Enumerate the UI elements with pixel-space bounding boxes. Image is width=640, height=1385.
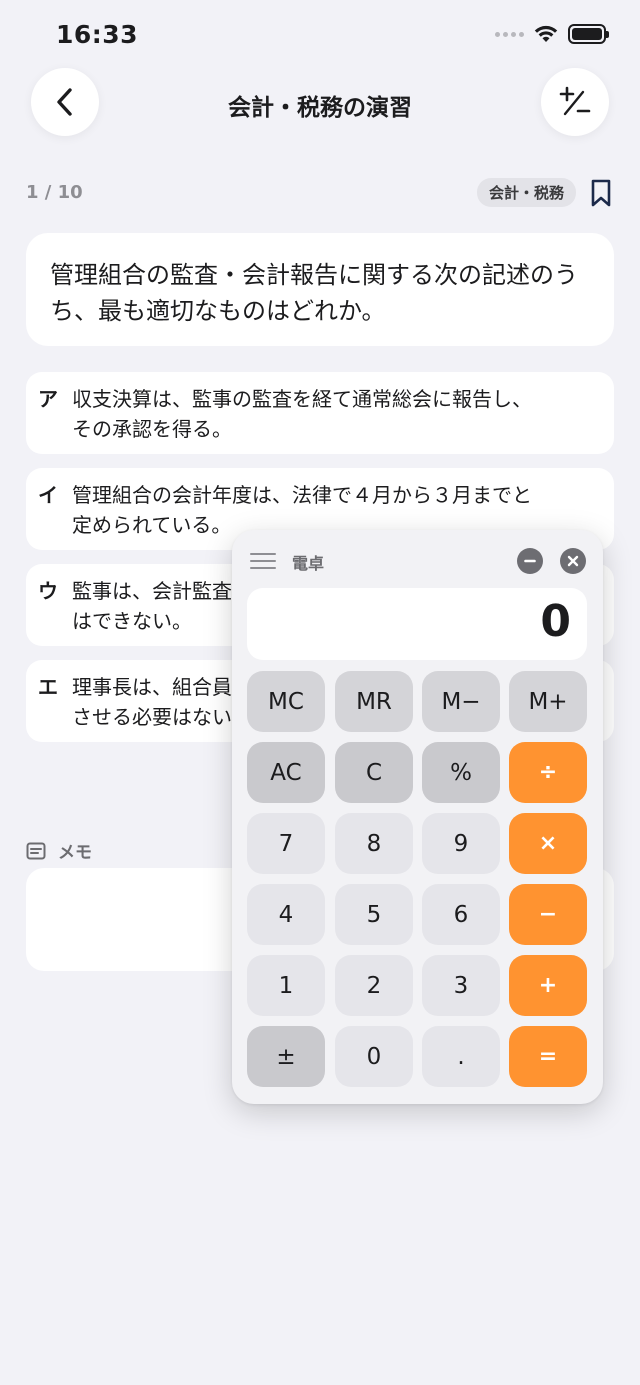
wifi-icon (534, 25, 558, 42)
key-subtract[interactable]: − (509, 884, 587, 945)
key-1[interactable]: 1 (247, 955, 325, 1016)
cellular-signal-icon (495, 31, 524, 37)
minimize-button[interactable] (517, 548, 543, 574)
plus-minus-icon (559, 86, 591, 116)
memo-label: メモ (26, 838, 92, 863)
key-multiply[interactable]: × (509, 813, 587, 874)
question-text: 管理組合の監査・会計報告に関する次の記述のうち、最も適切なものはどれか。 (50, 261, 578, 325)
bookmark-icon[interactable] (590, 178, 612, 208)
option-letter: ウ (38, 579, 58, 603)
key-9[interactable]: 9 (422, 813, 500, 874)
key-percent[interactable]: % (422, 742, 500, 803)
option-line: 監事は、会計監査 (72, 579, 232, 603)
drag-handle-icon[interactable] (250, 553, 276, 569)
close-button[interactable] (560, 548, 586, 574)
calculator-header[interactable]: 電卓 (232, 530, 603, 590)
nav-bar: 会計・税務の演習 (0, 68, 640, 138)
key-plus-minus[interactable]: ± (247, 1026, 325, 1087)
option-line: させる必要はない (72, 705, 232, 729)
option-line: 管理組合の会計年度は、法律で４月から３月までと (72, 483, 532, 507)
option-line: 理事長は、組合員 (72, 675, 232, 699)
memo-icon (26, 842, 46, 859)
key-equals[interactable]: = (509, 1026, 587, 1087)
key-add[interactable]: + (509, 955, 587, 1016)
calculator-panel: 電卓 0 MC MR M− M+ AC C % ÷ 7 8 9 × 4 5 6 … (232, 530, 603, 1104)
question-meta: 1 / 10 会計・税務 (26, 178, 614, 208)
option-a[interactable]: ア 収支決算は、監事の監査を経て通常総会に報告し、 その承認を得る。 (26, 372, 614, 454)
key-divide[interactable]: ÷ (509, 742, 587, 803)
option-text: 監事は、会計監査 はできない。 (72, 576, 232, 636)
calculator-title: 電卓 (292, 554, 325, 573)
battery-icon (568, 24, 609, 44)
option-letter: ア (38, 387, 58, 411)
key-2[interactable]: 2 (335, 955, 413, 1016)
key-m-minus[interactable]: M− (422, 671, 500, 732)
key-3[interactable]: 3 (422, 955, 500, 1016)
key-8[interactable]: 8 (335, 813, 413, 874)
option-text: 理事長は、組合員 させる必要はない (72, 672, 232, 732)
key-6[interactable]: 6 (422, 884, 500, 945)
option-line: はできない。 (72, 609, 192, 633)
display-value: 0 (540, 596, 571, 647)
key-c[interactable]: C (335, 742, 413, 803)
option-letter: イ (38, 483, 58, 507)
question-card: 管理組合の監査・会計報告に関する次の記述のうち、最も適切なものはどれか。 (26, 233, 614, 346)
option-letter: エ (38, 675, 58, 699)
option-text: 収支決算は、監事の監査を経て通常総会に報告し、 その承認を得る。 (72, 384, 532, 444)
status-time: 16:33 (56, 20, 139, 49)
key-ac[interactable]: AC (247, 742, 325, 803)
minimize-icon (524, 559, 536, 563)
question-progress: 1 / 10 (26, 182, 83, 203)
key-mc[interactable]: MC (247, 671, 325, 732)
memo-label-text: メモ (58, 843, 92, 863)
key-4[interactable]: 4 (247, 884, 325, 945)
close-icon (567, 555, 579, 567)
calculator-display: 0 (247, 588, 587, 660)
option-line: 収支決算は、監事の監査を経て通常総会に報告し、 (72, 387, 532, 411)
status-bar: 16:33 (0, 0, 640, 70)
key-decimal[interactable]: . (422, 1026, 500, 1087)
key-5[interactable]: 5 (335, 884, 413, 945)
key-mr[interactable]: MR (335, 671, 413, 732)
calculator-toggle-button[interactable] (541, 68, 609, 136)
option-line: その承認を得る。 (72, 417, 232, 441)
key-7[interactable]: 7 (247, 813, 325, 874)
key-0[interactable]: 0 (335, 1026, 413, 1087)
key-m-plus[interactable]: M+ (509, 671, 587, 732)
status-icons (495, 24, 609, 44)
category-badge: 会計・税務 (476, 178, 576, 207)
